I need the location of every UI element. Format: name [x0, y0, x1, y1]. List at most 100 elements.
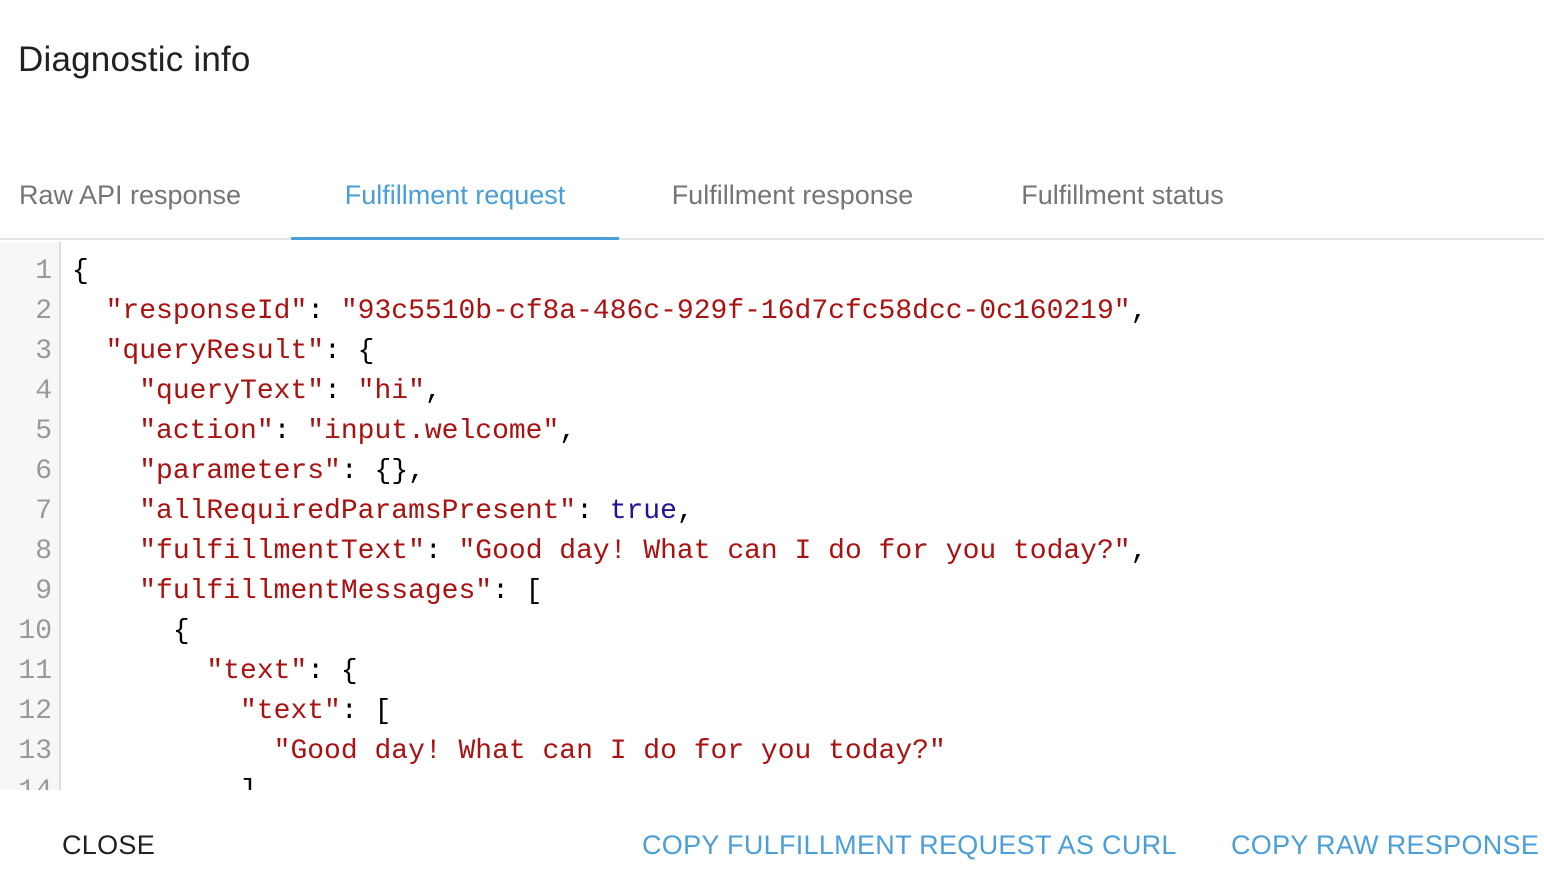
- line-code: "action": "input.welcome",: [72, 412, 576, 452]
- code-line: 1{: [0, 252, 1544, 292]
- code-line: 10 {: [0, 612, 1544, 652]
- code-line: 5 "action": "input.welcome",: [0, 412, 1544, 452]
- json-punctuation: :: [424, 536, 459, 567]
- line-code: "queryResult": {: [72, 332, 375, 372]
- json-punctuation: :: [273, 416, 308, 447]
- line-code: "responseId": "93c5510b-cf8a-486c-929f-1…: [72, 292, 1148, 332]
- json-punctuation: [72, 696, 240, 727]
- json-punctuation: [72, 416, 139, 447]
- json-string: "text": [206, 656, 308, 687]
- line-code: "text": [: [72, 692, 391, 732]
- line-number: 6: [35, 456, 52, 487]
- tab-fulfillment-response[interactable]: Fulfillment response: [650, 150, 935, 240]
- code-line: 2 "responseId": "93c5510b-cf8a-486c-929f…: [0, 292, 1544, 332]
- json-punctuation: ,: [559, 416, 577, 447]
- dialog-title: Diagnostic info: [18, 40, 251, 79]
- line-number: 1: [35, 256, 52, 287]
- json-string: "responseId": [105, 296, 308, 327]
- json-punctuation: :: [324, 376, 358, 407]
- line-number: 8: [35, 536, 52, 567]
- json-punctuation: ,: [1130, 296, 1148, 327]
- json-code-editor[interactable]: 1{2 "responseId": "93c5510b-cf8a-486c-92…: [0, 242, 1544, 790]
- json-string: "fulfillmentText": [139, 536, 425, 567]
- code-line: 9 "fulfillmentMessages": [: [0, 572, 1544, 612]
- json-string: "93c5510b-cf8a-486c-929f-16d7cfc58dcc-0c…: [340, 296, 1131, 327]
- active-tab-indicator: [291, 237, 619, 240]
- json-punctuation: ,: [676, 496, 694, 527]
- json-string: "action": [139, 416, 274, 447]
- line-code: {: [72, 252, 89, 292]
- json-punctuation: ]: [72, 776, 257, 790]
- json-punctuation: {: [72, 256, 89, 287]
- line-code: "fulfillmentText": "Good day! What can I…: [72, 532, 1147, 572]
- json-keyword: true: [609, 496, 677, 527]
- json-punctuation: : {: [324, 336, 375, 367]
- line-number: 7: [35, 496, 52, 527]
- tab-fulfillment-status[interactable]: Fulfillment status: [1000, 150, 1245, 240]
- json-string: "parameters": [139, 456, 341, 487]
- code-line: 6 "parameters": {},: [0, 452, 1544, 492]
- code-line: 7 "allRequiredParamsPresent": true,: [0, 492, 1544, 532]
- line-code: "Good day! What can I do for you today?": [72, 732, 946, 772]
- line-number: 5: [35, 416, 52, 447]
- close-button[interactable]: CLOSE: [62, 822, 155, 868]
- line-number: 2: [35, 296, 52, 327]
- line-number: 13: [18, 736, 52, 767]
- json-punctuation: [72, 296, 106, 327]
- line-number: 11: [18, 656, 52, 687]
- code-line: 3 "queryResult": {: [0, 332, 1544, 372]
- line-number: 9: [35, 576, 52, 607]
- code-line: 12 "text": [: [0, 692, 1544, 732]
- line-code: ]: [72, 772, 257, 790]
- line-code: "fulfillmentMessages": [: [72, 572, 543, 612]
- json-string: "hi": [357, 376, 425, 407]
- line-code: "queryText": "hi",: [72, 372, 442, 412]
- json-punctuation: :: [576, 496, 610, 527]
- json-string: "input.welcome": [307, 416, 560, 447]
- json-punctuation: ,: [1130, 536, 1148, 567]
- dialog-actions: CLOSE COPY FULFILLMENT REQUEST AS CURL C…: [0, 800, 1544, 889]
- json-punctuation: {: [72, 616, 190, 647]
- tab-fulfillment-request[interactable]: Fulfillment request: [291, 150, 619, 240]
- tab-bar: Raw API response Fulfillment request Ful…: [0, 150, 1544, 240]
- json-punctuation: ,: [424, 376, 442, 407]
- diagnostic-info-dialog: Diagnostic info Raw API response Fulfill…: [0, 0, 1544, 889]
- json-punctuation: : [: [340, 696, 392, 727]
- code-line: 8 "fulfillmentText": "Good day! What can…: [0, 532, 1544, 572]
- json-string: "queryText": [139, 376, 325, 407]
- copy-raw-response-button[interactable]: COPY RAW RESPONSE: [1231, 822, 1539, 868]
- json-punctuation: [72, 376, 139, 407]
- line-code: "text": {: [72, 652, 358, 692]
- json-punctuation: [72, 656, 206, 687]
- json-string: "queryResult": [105, 336, 325, 367]
- json-string: "fulfillmentMessages": [139, 576, 493, 607]
- line-code: "parameters": {},: [72, 452, 425, 492]
- json-punctuation: : {},: [340, 456, 425, 487]
- json-string: "Good day! What can I do for you today?": [458, 536, 1131, 567]
- json-punctuation: [72, 336, 106, 367]
- line-code: "allRequiredParamsPresent": true,: [72, 492, 694, 532]
- copy-fulfillment-request-as-curl-button[interactable]: COPY FULFILLMENT REQUEST AS CURL: [642, 822, 1177, 868]
- line-number: 10: [18, 616, 52, 647]
- json-punctuation: [72, 736, 274, 767]
- code-line: 4 "queryText": "hi",: [0, 372, 1544, 412]
- line-number: 4: [35, 376, 52, 407]
- line-number: 12: [18, 696, 52, 727]
- json-punctuation: [72, 456, 139, 487]
- line-code: {: [72, 612, 190, 652]
- json-punctuation: :: [307, 296, 341, 327]
- tab-raw-api-response[interactable]: Raw API response: [0, 150, 260, 240]
- json-string: "Good day! What can I do for you today?": [273, 736, 946, 767]
- code-line: 11 "text": {: [0, 652, 1544, 692]
- json-punctuation: : [: [492, 576, 543, 607]
- json-punctuation: [72, 576, 139, 607]
- json-punctuation: [72, 496, 139, 527]
- json-punctuation: [72, 536, 139, 567]
- line-number: 14: [0, 772, 52, 790]
- json-string: "allRequiredParamsPresent": [139, 496, 577, 527]
- json-punctuation: : {: [307, 656, 358, 687]
- json-string: "text": [240, 696, 341, 727]
- code-line: 14 ]: [0, 772, 1544, 790]
- line-number: 3: [35, 336, 52, 367]
- code-line: 13 "Good day! What can I do for you toda…: [0, 732, 1544, 772]
